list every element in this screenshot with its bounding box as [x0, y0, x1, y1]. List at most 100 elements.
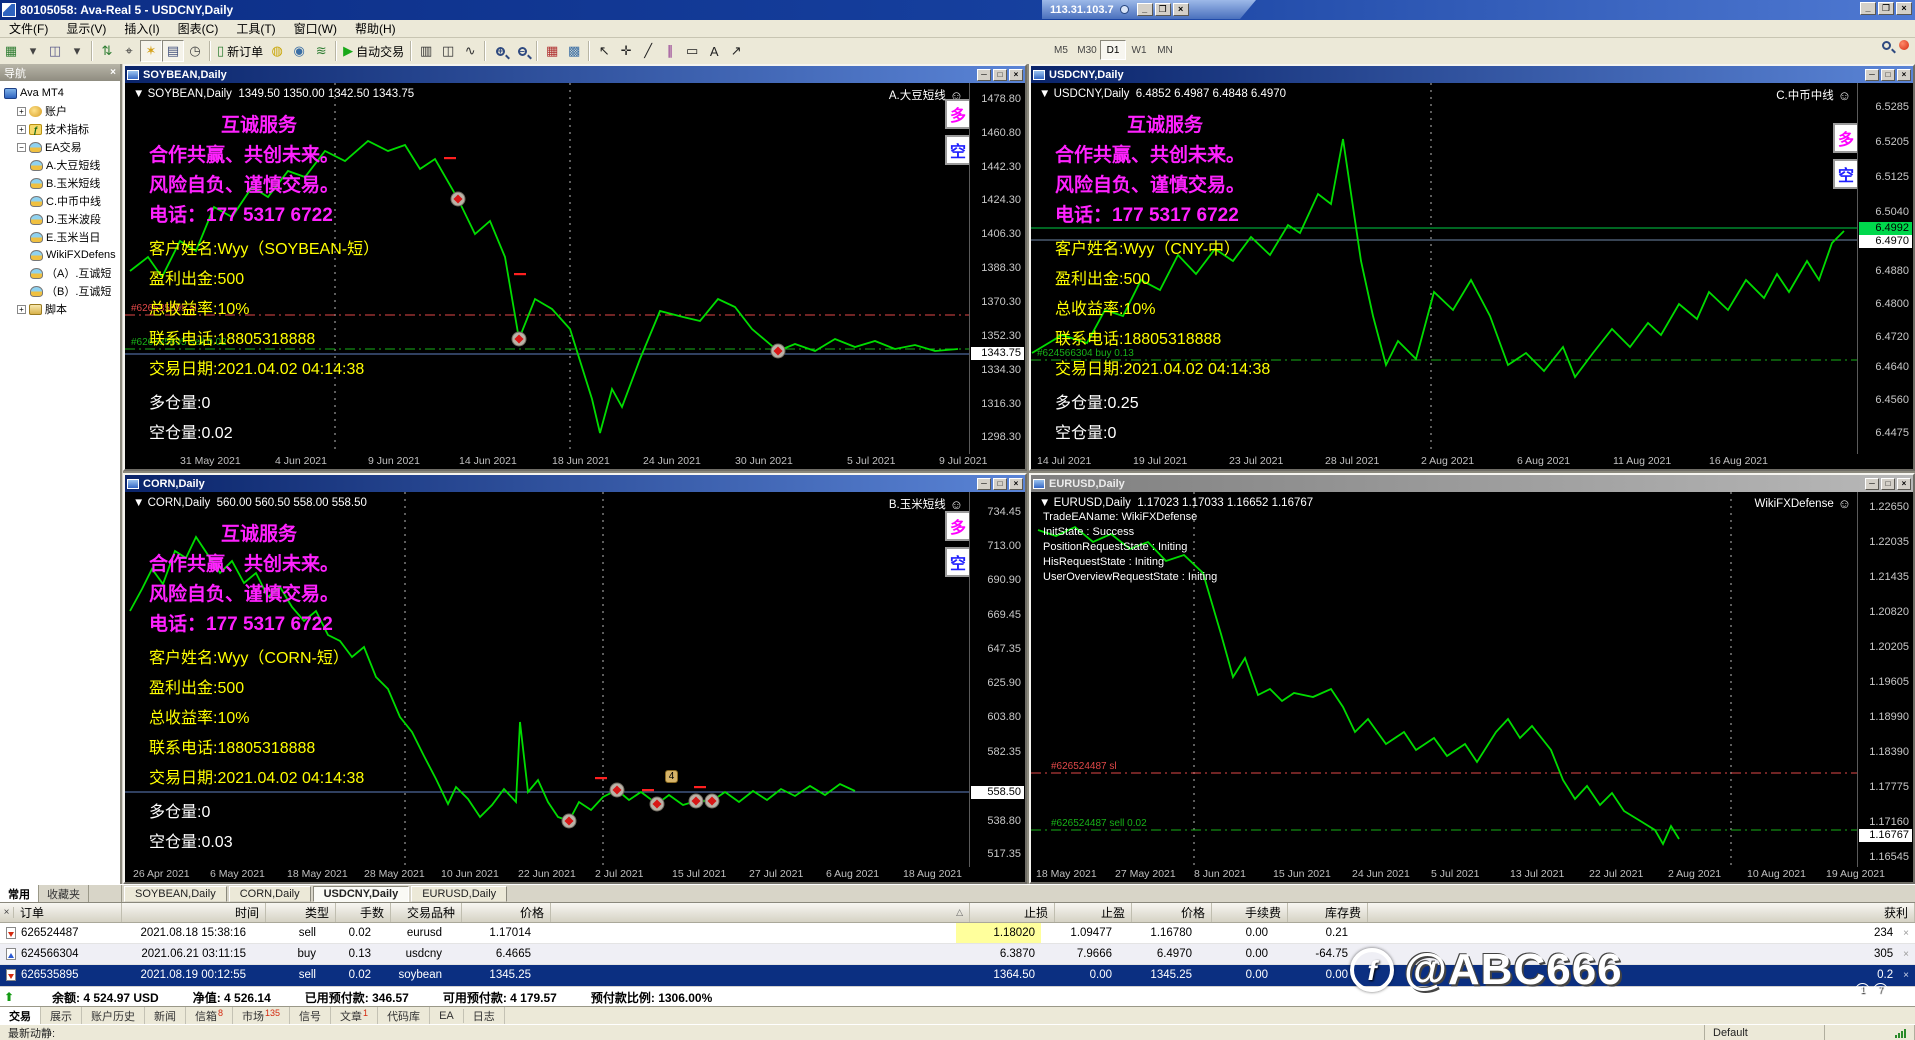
zoom-out-button[interactable]: –: [511, 40, 533, 62]
terminal-tab-账户历史[interactable]: 账户历史: [82, 1006, 145, 1025]
column-header[interactable]: 类型: [266, 903, 336, 922]
tree-item[interactable]: （B）.互诚短: [0, 282, 120, 300]
menu-item[interactable]: 显示(V): [57, 19, 115, 38]
clock-button[interactable]: ◷: [184, 40, 206, 62]
chart-minimize-button[interactable]: ─: [1865, 477, 1879, 490]
accounts-button[interactable]: ◉: [288, 40, 310, 62]
close-order-icon[interactable]: ×: [1903, 949, 1909, 960]
time-axis[interactable]: 14 Jul 2021 19 Jul 2021 23 Jul 2021 28 Jul …: [1031, 454, 1857, 469]
profiles-button[interactable]: ◫: [44, 40, 66, 62]
menu-item[interactable]: 文件(F): [0, 19, 57, 38]
tree-expand-toggle[interactable]: +: [17, 106, 26, 116]
chart-close-button[interactable]: ×: [1897, 477, 1911, 490]
new-chart-button[interactable]: ▦: [0, 40, 22, 62]
zoom-in-button[interactable]: +: [489, 40, 511, 62]
price-scale[interactable]: 1.22650 1.22035 1.21435 1.20820 1.20205 1.196…: [1857, 492, 1913, 867]
chart-minimize-button[interactable]: ─: [977, 477, 991, 490]
buy-long-button[interactable]: 多: [945, 511, 971, 541]
menu-item[interactable]: 窗口(W): [285, 19, 346, 38]
chart-canvas[interactable]: ▼ CORN,Daily 560.00 560.50 558.00 558.50…: [125, 492, 1025, 882]
cascade-button[interactable]: ▩: [563, 40, 585, 62]
period-button-w1[interactable]: W1: [1126, 40, 1152, 60]
tile-windows-button[interactable]: ▦: [541, 40, 563, 62]
autotrade-button[interactable]: ▶ 自动交易: [340, 40, 407, 62]
period-button-m30[interactable]: M30: [1074, 40, 1100, 60]
favorites-button[interactable]: ✶: [140, 40, 162, 62]
rdp-close-button[interactable]: ×: [1173, 3, 1189, 16]
chart-canvas[interactable]: #626535895 sl #626535895 sell 0.02 ▼ SOYBE…: [125, 83, 1025, 469]
sell-short-button[interactable]: 空: [945, 135, 971, 165]
buy-long-button[interactable]: 多: [945, 99, 971, 129]
trendline-button[interactable]: ╱: [637, 40, 659, 62]
tree-item[interactable]: WikiFXDefens: [0, 246, 120, 264]
column-header[interactable]: 手数: [336, 903, 391, 922]
chart-minimize-button[interactable]: ─: [1865, 68, 1879, 81]
menu-item[interactable]: 帮助(H): [346, 19, 405, 38]
column-header[interactable]: 价格: [1132, 903, 1212, 922]
price-scale[interactable]: 1478.80 1460.80 1442.30 1424.30 1406.30 1388.…: [969, 83, 1025, 454]
chart-tab-soybean[interactable]: SOYBEAN,Daily: [124, 886, 227, 902]
bars-chart-button[interactable]: ▥: [415, 40, 437, 62]
app-minimize-button[interactable]: _: [1860, 2, 1876, 15]
menu-item[interactable]: 图表(C): [169, 19, 228, 38]
terminal-tab-代码库[interactable]: 代码库: [378, 1006, 431, 1025]
terminal-tab-市场[interactable]: 市场 135: [233, 1006, 291, 1025]
data-window-button[interactable]: ▤: [162, 40, 184, 62]
price-scale[interactable]: 6.5285 6.5205 6.5125 6.5040 6.4880 6.4800 6.47…: [1857, 83, 1913, 454]
tree-item[interactable]: + 账户: [0, 102, 120, 120]
column-header[interactable]: 订单: [14, 903, 122, 922]
order-row[interactable]: 624566304 2021.06.21 03:11:15 buy 0.13 usdcn…: [0, 944, 1915, 965]
chart-maximize-button[interactable]: □: [1881, 477, 1895, 490]
channel-button[interactable]: ∥: [659, 40, 681, 62]
navigator-tab-收藏夹[interactable]: 收藏夹: [39, 884, 89, 903]
candle-chart-button[interactable]: ◫: [437, 40, 459, 62]
chart-maximize-button[interactable]: □: [1881, 68, 1895, 81]
tree-item[interactable]: C.中币中线: [0, 192, 120, 210]
chart-canvas[interactable]: #626524487 sl #626524487 sell 0.02 ▼ EURUS…: [1031, 492, 1913, 882]
sound-button[interactable]: ≋: [310, 40, 332, 62]
caret-button[interactable]: ▾: [22, 40, 44, 62]
symbol-search-icon[interactable]: [1882, 40, 1891, 50]
column-header[interactable]: △: [551, 903, 970, 922]
time-axis[interactable]: 18 May 2021 27 May 2021 8 Jun 2021 15 Jun 2…: [1031, 867, 1885, 882]
tree-item[interactable]: + 脚本: [0, 300, 120, 318]
column-header[interactable]: 手续费: [1212, 903, 1288, 922]
period-button-m5[interactable]: M5: [1048, 40, 1074, 60]
tree-item[interactable]: + ƒ 技术指标: [0, 120, 120, 138]
caret-button[interactable]: ▾: [66, 40, 88, 62]
tree-expand-toggle[interactable]: +: [17, 304, 26, 314]
rdp-minimize-button[interactable]: _: [1137, 3, 1153, 16]
tree-item[interactable]: D.玉米波段: [0, 210, 120, 228]
column-header[interactable]: 交易品种: [391, 903, 462, 922]
chart-minimize-button[interactable]: ─: [977, 68, 991, 81]
terminal-tab-展示[interactable]: 展示: [41, 1006, 82, 1025]
new-order-button[interactable]: ▯ 新订单: [214, 40, 266, 62]
terminal-tab-交易[interactable]: 交易: [0, 1006, 41, 1025]
close-order-icon[interactable]: ×: [1903, 970, 1909, 981]
column-header[interactable]: 止损: [970, 903, 1055, 922]
period-button-mn[interactable]: MN: [1152, 40, 1178, 60]
text-tool-button[interactable]: A: [703, 40, 725, 62]
chart-canvas[interactable]: #624566304 buy 0.13 ▼ USDCNY,Daily 6.4852…: [1031, 83, 1913, 469]
terminal-tab-信号[interactable]: 信号: [290, 1006, 332, 1025]
buy-long-button[interactable]: 多: [1833, 123, 1859, 153]
tree-item[interactable]: − EA交易: [0, 138, 120, 156]
app-close-button[interactable]: ×: [1896, 2, 1912, 15]
terminal-tab-信箱[interactable]: 信箱 8: [186, 1006, 234, 1025]
tree-expand-toggle[interactable]: −: [17, 142, 26, 152]
time-axis[interactable]: 31 May 2021 4 Jun 2021 9 Jun 2021 14 Jun 20…: [125, 454, 987, 469]
sell-short-button[interactable]: 空: [945, 547, 971, 577]
cross-tool-button[interactable]: ✛: [615, 40, 637, 62]
menu-item[interactable]: 插入(I): [115, 19, 168, 38]
price-scale[interactable]: 734.45 713.00 690.90 669.45 647.35 625.90 603.…: [969, 492, 1025, 867]
app-restore-button[interactable]: ❐: [1878, 2, 1894, 15]
rect-tool-button[interactable]: ▭: [681, 40, 703, 62]
tree-item[interactable]: （A）.互诚短: [0, 264, 120, 282]
sell-short-button[interactable]: 空: [1833, 159, 1859, 189]
chart-close-button[interactable]: ×: [1009, 477, 1023, 490]
cursor-button[interactable]: ↖: [593, 40, 615, 62]
tree-item[interactable]: B.玉米短线: [0, 174, 120, 192]
chart-tab-corn[interactable]: CORN,Daily: [228, 886, 311, 902]
chart-close-button[interactable]: ×: [1897, 68, 1911, 81]
terminal-close-icon[interactable]: ×: [0, 907, 14, 918]
